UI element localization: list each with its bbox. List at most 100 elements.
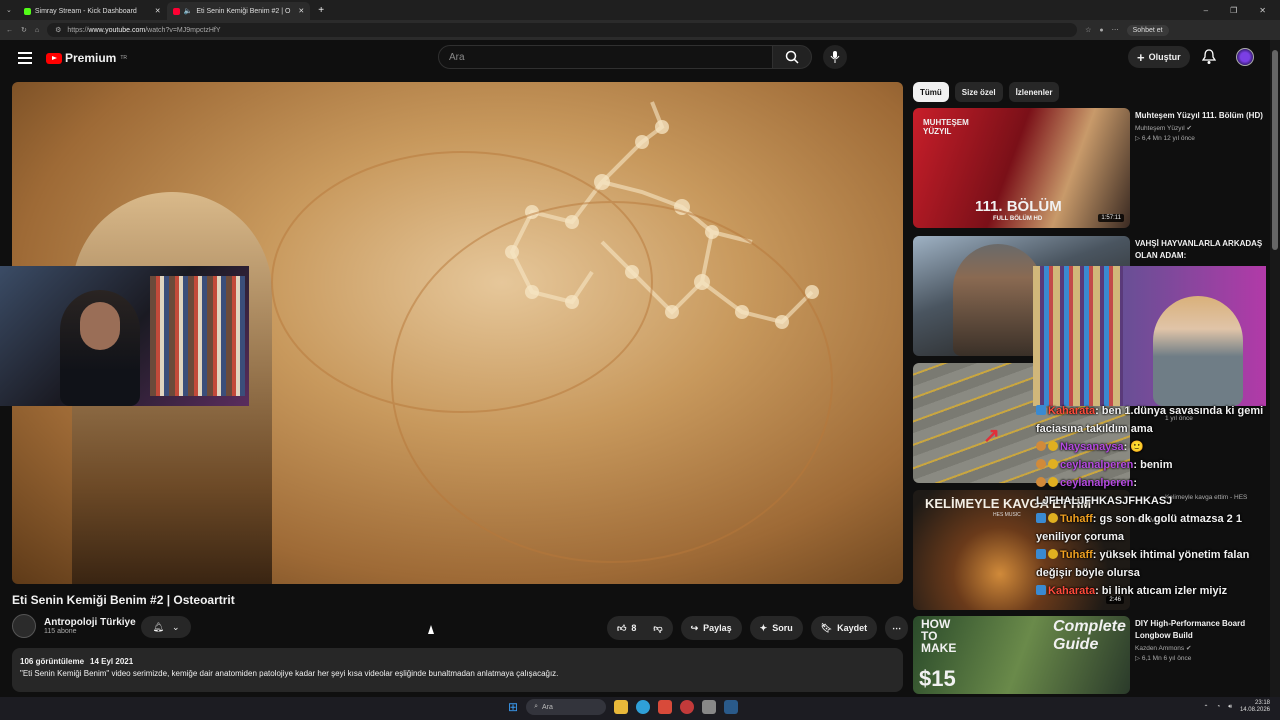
chevron-up-icon[interactable]: ⌃: [1204, 704, 1209, 711]
more-icon: ⋯: [892, 622, 902, 633]
url-host: www.youtube.com: [88, 26, 146, 34]
taskbar-search[interactable]: ⌕ Ara: [526, 699, 607, 715]
back-icon[interactable]: ←: [6, 27, 13, 34]
recommendation-title[interactable]: DIY High-Performance Board Longbow Build: [1135, 618, 1268, 642]
gift-badge-icon: [1036, 477, 1046, 487]
chat-username: Tuhaff: [1060, 549, 1093, 561]
windows-start-icon[interactable]: ⊞: [508, 700, 518, 714]
share-button[interactable]: ↪ Paylaş: [680, 616, 742, 640]
tab-youtube-video[interactable]: 🔈 Eti Senin Kemiği Benim #2 | O ✕: [166, 2, 311, 20]
recommendation-channel-name: Kazden Ammons: [1135, 645, 1185, 652]
steam-icon[interactable]: [724, 700, 739, 714]
chip-all[interactable]: Tümü: [913, 82, 949, 102]
tab-kick-dashboard[interactable]: Simray Stream - Kick Dashboard ✕: [18, 2, 167, 20]
url-prefix: https://: [67, 26, 89, 34]
tab-close-icon[interactable]: ✕: [298, 7, 304, 15]
subscription-bell-button[interactable]: 🔔︎ ⌄: [141, 616, 191, 638]
channel-name[interactable]: Antropoloji Türkiye: [44, 617, 136, 628]
thumbs-down-icon[interactable]: 👎︎: [653, 623, 662, 634]
recommendation-title[interactable]: Muhteşem Yüzyıl 111. Bölüm (HD): [1135, 110, 1268, 122]
file-explorer-icon[interactable]: [614, 700, 629, 714]
search-button[interactable]: [772, 45, 812, 69]
search-icon: ⌕: [534, 703, 538, 710]
reload-icon[interactable]: ↻: [21, 26, 27, 34]
verified-icon: ✔: [1185, 645, 1192, 652]
chat-text: :: [1123, 441, 1128, 453]
copilot-chat-button[interactable]: Sohbet et: [1126, 24, 1169, 36]
microphone-icon: [830, 51, 840, 63]
ask-button[interactable]: ✦ Soru: [749, 616, 803, 640]
sub-badge-icon: [1036, 585, 1046, 595]
recommendation-title[interactable]: VAHŞİ HAYVANLARLA ARKADAŞ OLAN ADAM:: [1135, 238, 1268, 262]
menu-icon[interactable]: [18, 52, 32, 64]
notifications-bell-icon[interactable]: [1202, 49, 1216, 65]
tab-close-icon[interactable]: ✕: [155, 7, 161, 15]
more-actions-button[interactable]: ⋯: [885, 616, 909, 640]
scrollbar-thumb[interactable]: [1272, 50, 1278, 250]
chrome-icon[interactable]: [680, 700, 695, 714]
search-input[interactable]: Ara: [438, 45, 773, 69]
save-label: Kaydet: [837, 623, 868, 633]
ask-label: Soru: [772, 623, 793, 633]
search-icon: [785, 50, 799, 64]
video-description[interactable]: 106 görüntüleme 14 Eyl 2021 "Eti Senin Ke…: [12, 648, 903, 692]
channel-avatar[interactable]: [12, 614, 36, 638]
sparkle-icon: ✦: [759, 622, 768, 633]
account-avatar[interactable]: [1236, 48, 1254, 66]
stream-chat-overlay: Kaharata: ben 1.dünya savasında ki gemi …: [1036, 402, 1272, 600]
more-menu-icon[interactable]: ⋯: [1112, 26, 1119, 34]
volume-icon[interactable]: 🔊︎: [1228, 704, 1232, 711]
voice-search-button[interactable]: [823, 45, 847, 69]
favorite-star-icon[interactable]: ☆: [1085, 26, 1091, 34]
home-icon[interactable]: ⌂: [35, 27, 39, 34]
tab-title: Eti Senin Kemiği Benim #2 | O: [196, 7, 291, 15]
clock[interactable]: 23:18 14.08.2026: [1240, 700, 1270, 714]
recommendation-item[interactable]: HOW TO MAKE Complete Guide $15 DIY High-…: [913, 616, 1268, 694]
save-button[interactable]: 🔖︎ Kaydet: [810, 616, 878, 640]
video-thumbnail[interactable]: HOW TO MAKE Complete Guide $15: [913, 616, 1130, 694]
sub-badge-icon: [1036, 549, 1046, 559]
app-icon[interactable]: [702, 700, 717, 714]
youtube-premium-logo[interactable]: Premium TR: [46, 51, 127, 65]
vip-badge-icon: [1048, 441, 1058, 451]
chip-for-you[interactable]: Size özel: [954, 82, 1003, 102]
edge-browser-icon[interactable]: [636, 700, 651, 714]
chat-message: Tuhaff: yüksek ihtimal yönetim falan değ…: [1036, 546, 1272, 582]
share-icon: ↪: [690, 622, 699, 633]
maximize-icon[interactable]: ❐: [1230, 6, 1237, 15]
mouse-cursor-icon: [428, 625, 434, 634]
youtube-play-icon: [46, 52, 62, 64]
close-window-icon[interactable]: ✕: [1259, 6, 1266, 15]
thumb-text-small: HES MUSIC: [993, 512, 1021, 518]
video-thumbnail[interactable]: MUHTEŞEM YÜZYIL 111. BÖLÜM FULL BÖLÜM HD…: [913, 108, 1130, 228]
play-count-icon: ▷: [1135, 655, 1140, 662]
chat-text: : bi link atıcam izler miyiz: [1095, 585, 1228, 597]
profile-icon[interactable]: ●: [1099, 27, 1103, 34]
chip-watched[interactable]: İzlenenler: [1008, 82, 1060, 102]
kick-favicon-icon: [23, 7, 31, 15]
network-icon[interactable]: ◔: [1217, 704, 1221, 710]
gift-badge-icon: [1036, 459, 1046, 469]
like-button[interactable]: 👍︎ 8 👎︎: [607, 616, 673, 640]
chat-message: Kaharata: ben 1.dünya savasında ki gemi …: [1036, 402, 1272, 438]
site-info-icon[interactable]: ⚙: [55, 26, 61, 34]
recommendation-views-age: 6,1 Mn 6 yıl önce: [1141, 655, 1192, 662]
tab-list-icon[interactable]: ⌄: [0, 6, 18, 14]
new-tab-button[interactable]: +: [310, 5, 332, 16]
share-label: Paylaş: [703, 623, 732, 633]
url-input[interactable]: ⚙ https://www.youtube.com/watch?v=MJ9mpc…: [47, 23, 1078, 37]
chat-username: ceylanalperen: [1060, 459, 1134, 471]
gift-badge-icon: [1036, 441, 1046, 451]
create-button[interactable]: + Oluştur: [1128, 46, 1190, 68]
minimize-icon[interactable]: –: [1204, 6, 1208, 15]
speaker-icon[interactable]: 🔈: [184, 7, 193, 15]
store-icon[interactable]: [658, 700, 673, 714]
chat-message: Tuhaff: gs son dk golü atmazsa 2 1 yenil…: [1036, 510, 1272, 546]
recommendation-item[interactable]: MUHTEŞEM YÜZYIL 111. BÖLÜM FULL BÖLÜM HD…: [913, 108, 1268, 228]
chat-text: : benim: [1133, 459, 1173, 471]
windows-taskbar: ⊞ ⌕ Ara ⌃ ◔ 🔊︎ 23:18 14.08.2026: [0, 697, 1280, 720]
youtube-favicon-icon: [172, 7, 180, 15]
chat-username: ceylanalperen: [1060, 477, 1134, 489]
video-title: Eti Senin Kemiği Benim #2 | Osteoartrit: [12, 593, 235, 607]
page-scrollbar[interactable]: [1270, 40, 1280, 697]
